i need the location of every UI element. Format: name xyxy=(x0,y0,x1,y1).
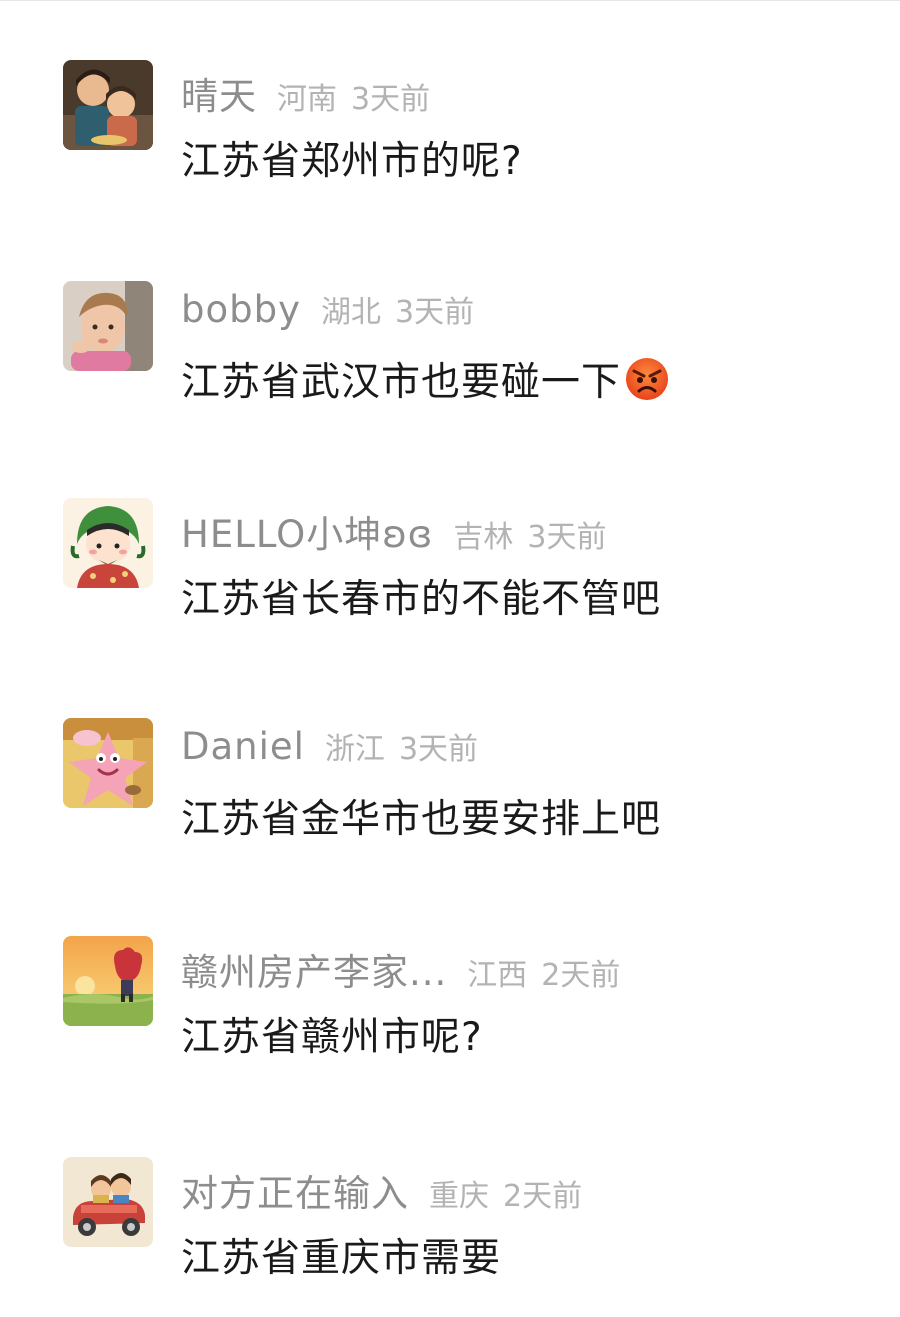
username[interactable]: 赣州房产李家... xyxy=(181,942,447,996)
comment-body: 江苏省赣州市呢? xyxy=(181,1015,483,1060)
top-divider xyxy=(0,0,900,1)
comment-text: 江苏省郑州市的呢? xyxy=(181,130,523,186)
comment-meta: 对方正在输入 重庆 2天前 xyxy=(181,1163,582,1215)
location-label: 湖北 xyxy=(321,295,381,330)
comment-item: bobby 湖北 3天前 江苏省武汉市也要碰一下 xyxy=(0,279,900,439)
comment-meta: 晴天 河南 3天前 xyxy=(181,66,430,118)
angry-face-emoji-icon xyxy=(625,357,669,401)
comment-meta: HELLO小坤ʚɞ 吉林 3天前 xyxy=(181,504,606,556)
comment-text: 江苏省金华市也要安排上吧 xyxy=(181,788,661,844)
comment-meta: bobby 湖北 3天前 xyxy=(181,287,474,333)
comment-body: 江苏省武汉市也要碰一下 xyxy=(181,360,622,405)
comment-text: 江苏省重庆市需要 xyxy=(181,1227,501,1283)
location-label: 重庆 xyxy=(429,1179,489,1214)
timestamp: 2天前 xyxy=(503,1179,583,1214)
comment-text: 江苏省赣州市呢? xyxy=(181,1006,483,1062)
comment-item: Daniel 浙江 3天前 江苏省金华市也要安排上吧 xyxy=(0,716,900,876)
timestamp: 2天前 xyxy=(541,958,621,993)
comment-body: 江苏省郑州市的呢? xyxy=(181,139,523,184)
username[interactable]: HELLO小坤ʚɞ xyxy=(181,504,433,558)
comment-meta: Daniel 浙江 3天前 xyxy=(181,724,478,770)
location-label: 浙江 xyxy=(324,732,385,767)
comment-item: HELLO小坤ʚɞ 吉林 3天前 江苏省长春市的不能不管吧 xyxy=(0,496,900,656)
comment-body: 江苏省金华市也要安排上吧 xyxy=(181,797,662,842)
location-label: 河南 xyxy=(277,82,337,117)
username[interactable]: 晴天 xyxy=(181,66,257,120)
timestamp: 3天前 xyxy=(351,82,431,117)
username[interactable]: Daniel xyxy=(181,725,305,768)
timestamp: 3天前 xyxy=(395,295,475,330)
comment-body: 江苏省长春市的不能不管吧 xyxy=(181,577,662,622)
comment-item: 晴天 河南 3天前 江苏省郑州市的呢? xyxy=(0,58,900,218)
comment-item: 赣州房产李家... 江西 2天前 江苏省赣州市呢? xyxy=(0,934,900,1094)
timestamp: 3天前 xyxy=(527,520,607,555)
comment-text: 江苏省长春市的不能不管吧 xyxy=(181,568,661,624)
comment-body: 江苏省重庆市需要 xyxy=(181,1236,502,1281)
location-label: 吉林 xyxy=(453,520,514,555)
girl-green-headscarf-avatar[interactable] xyxy=(63,498,153,588)
boy-photo-avatar[interactable] xyxy=(63,281,153,371)
comment-item: 对方正在输入 重庆 2天前 江苏省重庆市需要 xyxy=(0,1155,900,1315)
sunset-character-avatar[interactable] xyxy=(63,936,153,1026)
location-label: 江西 xyxy=(467,958,528,993)
comment-text: 江苏省武汉市也要碰一下 xyxy=(181,351,669,407)
parent-child-cartoon-avatar[interactable] xyxy=(63,60,153,150)
patrick-star-avatar[interactable] xyxy=(63,718,153,808)
timestamp: 3天前 xyxy=(398,732,479,767)
username[interactable]: 对方正在输入 xyxy=(181,1163,409,1217)
cartoon-car-avatar[interactable] xyxy=(63,1157,153,1247)
username[interactable]: bobby xyxy=(181,288,301,331)
comment-meta: 赣州房产李家... 江西 2天前 xyxy=(181,942,620,994)
